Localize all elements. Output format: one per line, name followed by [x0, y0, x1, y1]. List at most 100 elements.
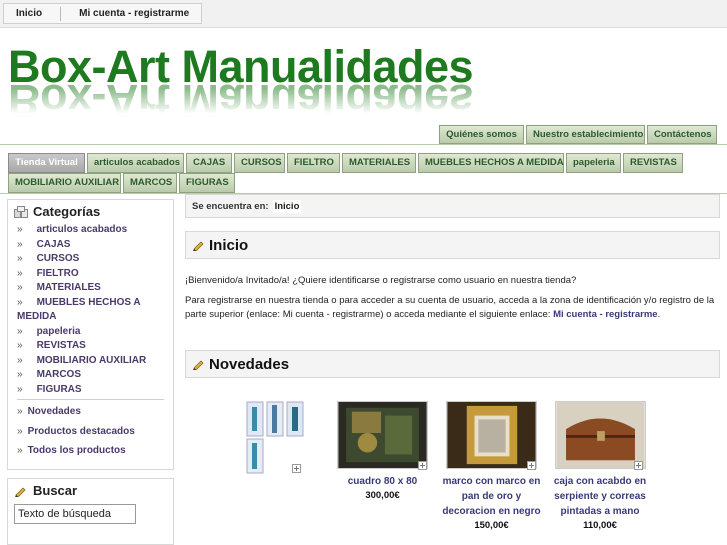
tab-fieltro[interactable]: FIELTRO — [287, 153, 340, 173]
category-item[interactable]: » CURSOS — [17, 252, 169, 267]
register-paragraph: Para registrarse en nuestra tienda o par… — [185, 294, 720, 322]
search-title: Buscar — [33, 483, 78, 498]
inicio-title: Inicio — [209, 236, 249, 254]
sidebar-link-novedades[interactable]: » Novedades — [8, 402, 173, 422]
tab-contactenos[interactable]: Contáctenos — [647, 125, 717, 144]
tab-papeleria[interactable]: papeleria — [566, 153, 621, 173]
product-card[interactable]: marco con marco en pan de oro y decoraci… — [435, 401, 548, 533]
category-label: MATERIALES — [36, 282, 101, 293]
sidebar-divider — [17, 399, 164, 400]
bullet: » — [17, 354, 23, 366]
product-card[interactable]: cuadro 80 x 80 300,00€ — [335, 401, 430, 503]
category-item[interactable]: » MOBILIARIO AUXILIAR — [17, 354, 169, 369]
bullet: » — [17, 325, 23, 337]
category-label: FIGURAS — [36, 383, 82, 395]
bullet: » — [17, 253, 23, 264]
category-label: MARCOS — [36, 369, 82, 380]
top-account-link[interactable]: Mi cuenta - registrarme — [75, 8, 193, 19]
expand-icon[interactable] — [292, 464, 301, 473]
bullet: » — [17, 406, 23, 417]
breadcrumb-current[interactable]: Inicio — [272, 199, 302, 213]
product-image-cuadro[interactable] — [337, 401, 428, 469]
tab-nuestro-establecimiento[interactable]: Nuestro establecimiento — [526, 125, 645, 144]
category-item[interactable]: » MATERIALES — [17, 281, 169, 296]
bullet: » — [17, 383, 23, 395]
bullet: » — [17, 267, 23, 279]
tab-revistas[interactable]: REVISTAS — [623, 153, 683, 173]
category-label: papeleria — [36, 325, 81, 337]
product-card[interactable] — [246, 401, 304, 478]
search-header: Buscar — [8, 479, 173, 502]
product-price: 300,00€ — [365, 490, 400, 501]
bullet: » — [17, 238, 23, 250]
inicio-section-header: Inicio — [185, 231, 720, 259]
categories-list: » articulos acabados » CAJAS » CURSOS » FIEL… — [8, 223, 173, 397]
top-separator — [60, 6, 62, 21]
product-price: 110,00€ — [583, 520, 617, 531]
expand-icon[interactable] — [634, 461, 643, 470]
search-box: Buscar — [7, 478, 174, 545]
bullet: » — [17, 282, 23, 293]
category-item[interactable]: » FIGURAS — [17, 383, 169, 398]
product-image-marco[interactable] — [446, 401, 537, 469]
categories-title: Categorías — [33, 204, 101, 219]
product-name[interactable]: caja con acabdo en serpiente y correas p… — [545, 474, 655, 519]
bullet: » — [17, 224, 23, 235]
bullet: » — [17, 296, 23, 308]
top-bar-links: Inicio Mi cuenta - registrarme — [3, 3, 203, 24]
sidebar-link-label: Todos los productos — [27, 445, 126, 456]
tab-cajas[interactable]: CAJAS — [186, 153, 232, 173]
category-item[interactable]: » articulos acabados — [17, 223, 169, 238]
pencil-icon — [193, 241, 204, 251]
expand-icon[interactable] — [418, 461, 427, 470]
category-item[interactable]: » FIELTRO — [17, 267, 169, 282]
top-tabs-divider — [0, 144, 727, 145]
welcome-text: ¡Bienvenido/a Invitado/a! ¿Quiere identi… — [185, 275, 577, 286]
category-item[interactable]: » CAJAS — [17, 238, 169, 253]
categories-box: Categorías » articulos acabados » CAJAS » C… — [7, 199, 174, 470]
tab-cursos[interactable]: CURSOS — [234, 153, 285, 173]
bullet: » — [17, 445, 23, 456]
category-label: articulos acabados — [36, 224, 128, 235]
category-item[interactable]: » papeleria — [17, 325, 169, 340]
breadcrumb-label: Se encuentra en: — [192, 200, 269, 212]
search-input[interactable] — [14, 504, 136, 524]
site-logo-reflection: Box-Art Manualidades — [8, 80, 474, 125]
sidebar-link-label: Novedades — [27, 406, 81, 417]
pencil-icon — [15, 487, 26, 497]
tab-marcos[interactable]: MARCOS — [123, 173, 177, 193]
bullet: » — [17, 425, 23, 437]
novedades-section-header: Novedades — [185, 350, 720, 378]
tab-quienes-somos[interactable]: Quiénes somos — [439, 125, 524, 144]
tab-mobiliario-auxiliar[interactable]: MOBILIARIO AUXILIAR — [8, 173, 121, 193]
product-price: 150,00€ — [474, 520, 509, 531]
register-end: . — [657, 309, 661, 320]
sidebar-link-label: Productos destacados — [27, 425, 135, 437]
top-home-link[interactable]: Inicio — [12, 8, 46, 19]
tab-figuras[interactable]: FIGURAS — [179, 173, 235, 193]
category-label: REVISTAS — [36, 340, 86, 351]
sidebar-link-todos[interactable]: » Todos los productos — [8, 441, 173, 461]
category-label: FIELTRO — [36, 267, 79, 279]
category-label: CAJAS — [36, 238, 71, 250]
sidebar-link-destacados[interactable]: » Productos destacados — [8, 422, 173, 442]
tab-articulos-acabados[interactable]: articulos acabados — [87, 153, 184, 173]
category-item[interactable]: » MUEBLES HECHOS A MEDIDA — [11, 296, 169, 325]
breadcrumb: Se encuentra en: Inicio — [185, 194, 720, 218]
product-name[interactable]: cuadro 80 x 80 — [335, 474, 430, 489]
novedades-title: Novedades — [209, 355, 290, 373]
tab-tienda-virtual[interactable]: Tienda Virtual — [8, 153, 85, 173]
register-link[interactable]: Mi cuenta - registrarme — [553, 309, 658, 320]
bullet: » — [17, 340, 23, 351]
expand-icon[interactable] — [527, 461, 536, 470]
tab-muebles-hechos-a-medida[interactable]: MUEBLES HECHOS A MEDIDA — [418, 153, 564, 173]
category-item[interactable]: » REVISTAS — [17, 339, 169, 354]
product-image-caja[interactable] — [554, 401, 646, 469]
tab-materiales[interactable]: MATERIALES — [342, 153, 416, 173]
category-label: CURSOS — [36, 253, 80, 264]
category-item[interactable]: » MARCOS — [17, 368, 169, 383]
pencil-icon — [193, 360, 204, 370]
product-card[interactable]: caja con acabdo en serpiente y correas p… — [545, 401, 655, 533]
categories-header: Categorías — [8, 200, 173, 223]
product-name[interactable]: marco con marco en pan de oro y decoraci… — [435, 474, 548, 519]
